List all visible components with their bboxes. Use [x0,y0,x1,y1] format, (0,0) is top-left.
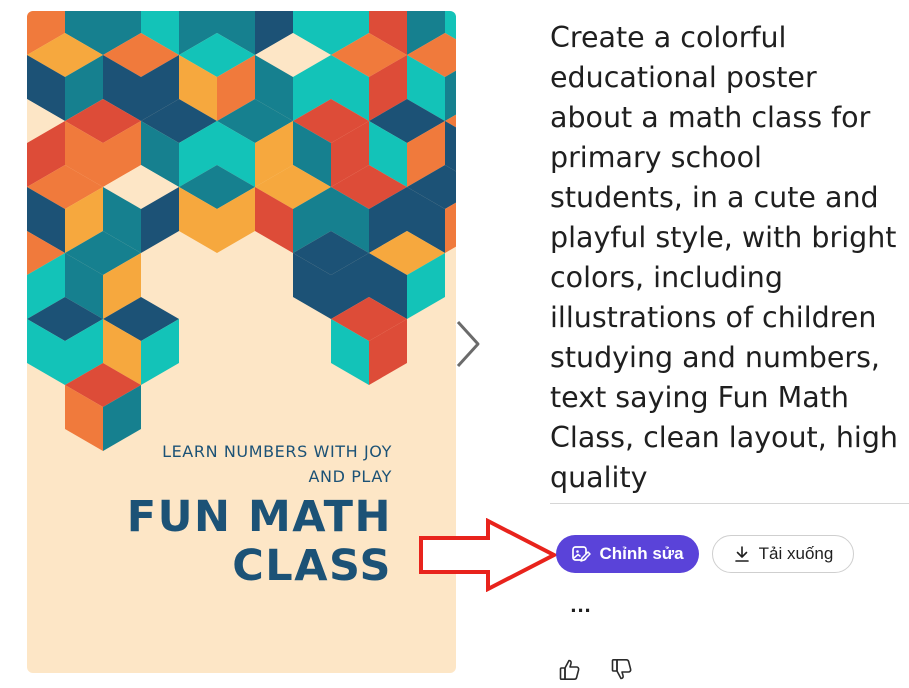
edit-button-label: Chỉnh sửa [599,544,684,563]
poster-tagline: LEARN NUMBERS WITH JOY AND PLAY [92,439,392,489]
divider [550,503,909,504]
download-button[interactable]: Tải xuống [712,535,854,573]
more-options-button[interactable]: ... [566,592,596,618]
thumbs-up-icon [559,659,580,680]
download-icon [734,546,749,562]
chevron-right-icon [455,319,482,369]
edit-button[interactable]: Chỉnh sửa [556,535,699,573]
poster-tagline-line2: AND PLAY [308,467,392,486]
thumbs-down-icon [611,658,632,680]
prompt-text: Create a colorful educational poster abo… [550,21,898,494]
next-image-button[interactable] [452,318,484,370]
dislike-button[interactable] [610,657,634,683]
generated-poster-image[interactable]: LEARN NUMBERS WITH JOY AND PLAY FUN MATH… [27,11,456,673]
download-button-label: Tải xuống [758,544,834,563]
like-button[interactable] [558,657,582,683]
poster-title: FUN MATH CLASS [72,493,392,591]
edit-image-icon [572,546,592,562]
poster-title-line2: CLASS [232,541,392,591]
poster-title-line1: FUN MATH [126,492,392,542]
annotation-arrow-icon [419,518,559,592]
poster-tagline-line1: LEARN NUMBERS WITH JOY [162,442,392,461]
